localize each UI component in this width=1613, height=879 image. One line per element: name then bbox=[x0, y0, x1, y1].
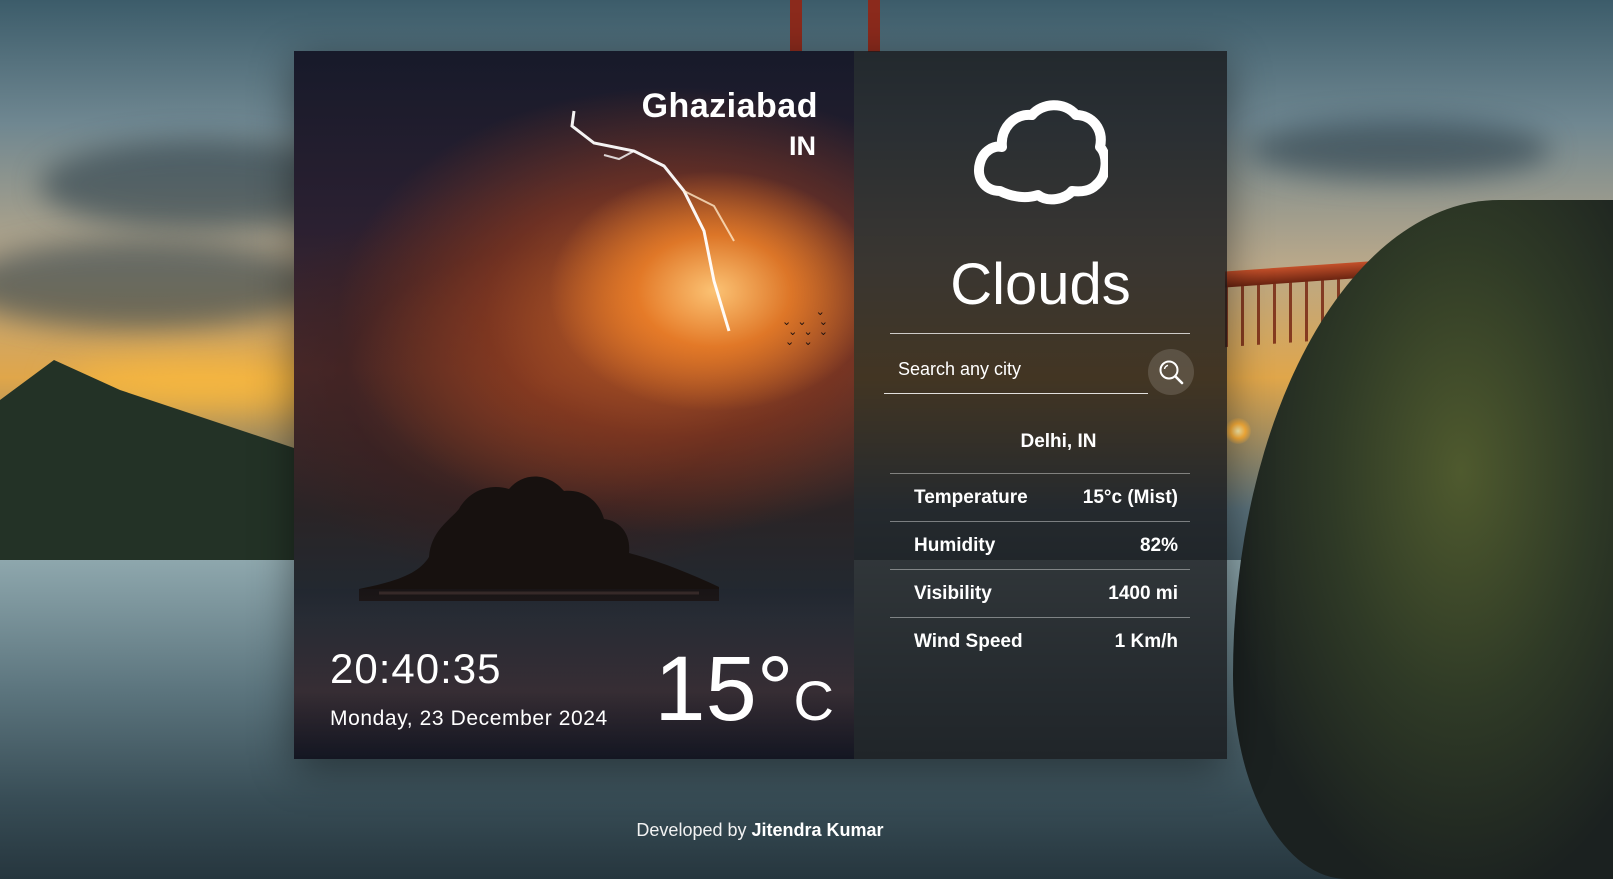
search-box bbox=[884, 347, 1148, 394]
birds-silhouette: ⌄ ⌄ ⌄ ⌄ ⌄ ⌄ ⌄ ⌄ ⌄ bbox=[782, 306, 828, 348]
island-silhouette bbox=[359, 476, 719, 601]
footer-author: Jitendra Kumar bbox=[751, 820, 884, 840]
weather-card: ⌄ ⌄ ⌄ ⌄ ⌄ ⌄ ⌄ ⌄ ⌄ Ghaziabad IN 20:40:35 M… bbox=[294, 51, 1227, 759]
footer-credit: Developed by Jitendra Kumar bbox=[0, 820, 1520, 841]
weather-stats-list: Temperature 15°c (Mist) Humidity 82% Vis… bbox=[890, 473, 1190, 665]
stat-row-wind-speed: Wind Speed 1 Km/h bbox=[890, 617, 1190, 665]
stat-row-humidity: Humidity 82% bbox=[890, 521, 1190, 569]
stat-value: 1400 mi bbox=[1108, 582, 1178, 604]
footer-prefix: Developed by bbox=[636, 820, 747, 840]
stat-label: Visibility bbox=[914, 582, 992, 604]
degree-symbol: ° bbox=[756, 638, 794, 740]
city-search-input[interactable] bbox=[884, 349, 1148, 389]
stat-value: 15°c (Mist) bbox=[1082, 486, 1178, 508]
weather-details-panel: Clouds Delhi, IN Temperature 15°c (Mist)… bbox=[854, 51, 1227, 759]
divider bbox=[890, 333, 1190, 334]
stat-value: 1 Km/h bbox=[1114, 630, 1178, 652]
city-name: Ghaziabad bbox=[641, 87, 818, 125]
stat-value: 82% bbox=[1139, 534, 1178, 556]
search-button[interactable] bbox=[1148, 349, 1194, 395]
temperature-unit: C bbox=[793, 669, 834, 732]
current-time: 20:40:35 bbox=[330, 645, 502, 692]
cloud-icon bbox=[974, 100, 1108, 205]
search-icon bbox=[1159, 360, 1184, 385]
stat-row-temperature: Temperature 15°c (Mist) bbox=[890, 473, 1190, 521]
location-panel: ⌄ ⌄ ⌄ ⌄ ⌄ ⌄ ⌄ ⌄ ⌄ Ghaziabad IN 20:40:35 M… bbox=[294, 51, 854, 759]
country-code: IN bbox=[789, 131, 816, 161]
stat-label: Humidity bbox=[914, 534, 996, 556]
temperature-value: 15 bbox=[654, 638, 757, 740]
selected-city: Delhi, IN bbox=[1020, 431, 1097, 452]
stat-label: Wind Speed bbox=[914, 630, 1023, 652]
stat-label: Temperature bbox=[914, 486, 1028, 508]
stat-row-visibility: Visibility 1400 mi bbox=[890, 569, 1190, 617]
bridge-tower bbox=[790, 0, 880, 52]
current-date: Monday, 23 December 2024 bbox=[330, 707, 608, 730]
weather-condition: Clouds bbox=[950, 252, 1131, 317]
current-temperature: 15°C bbox=[654, 639, 834, 751]
